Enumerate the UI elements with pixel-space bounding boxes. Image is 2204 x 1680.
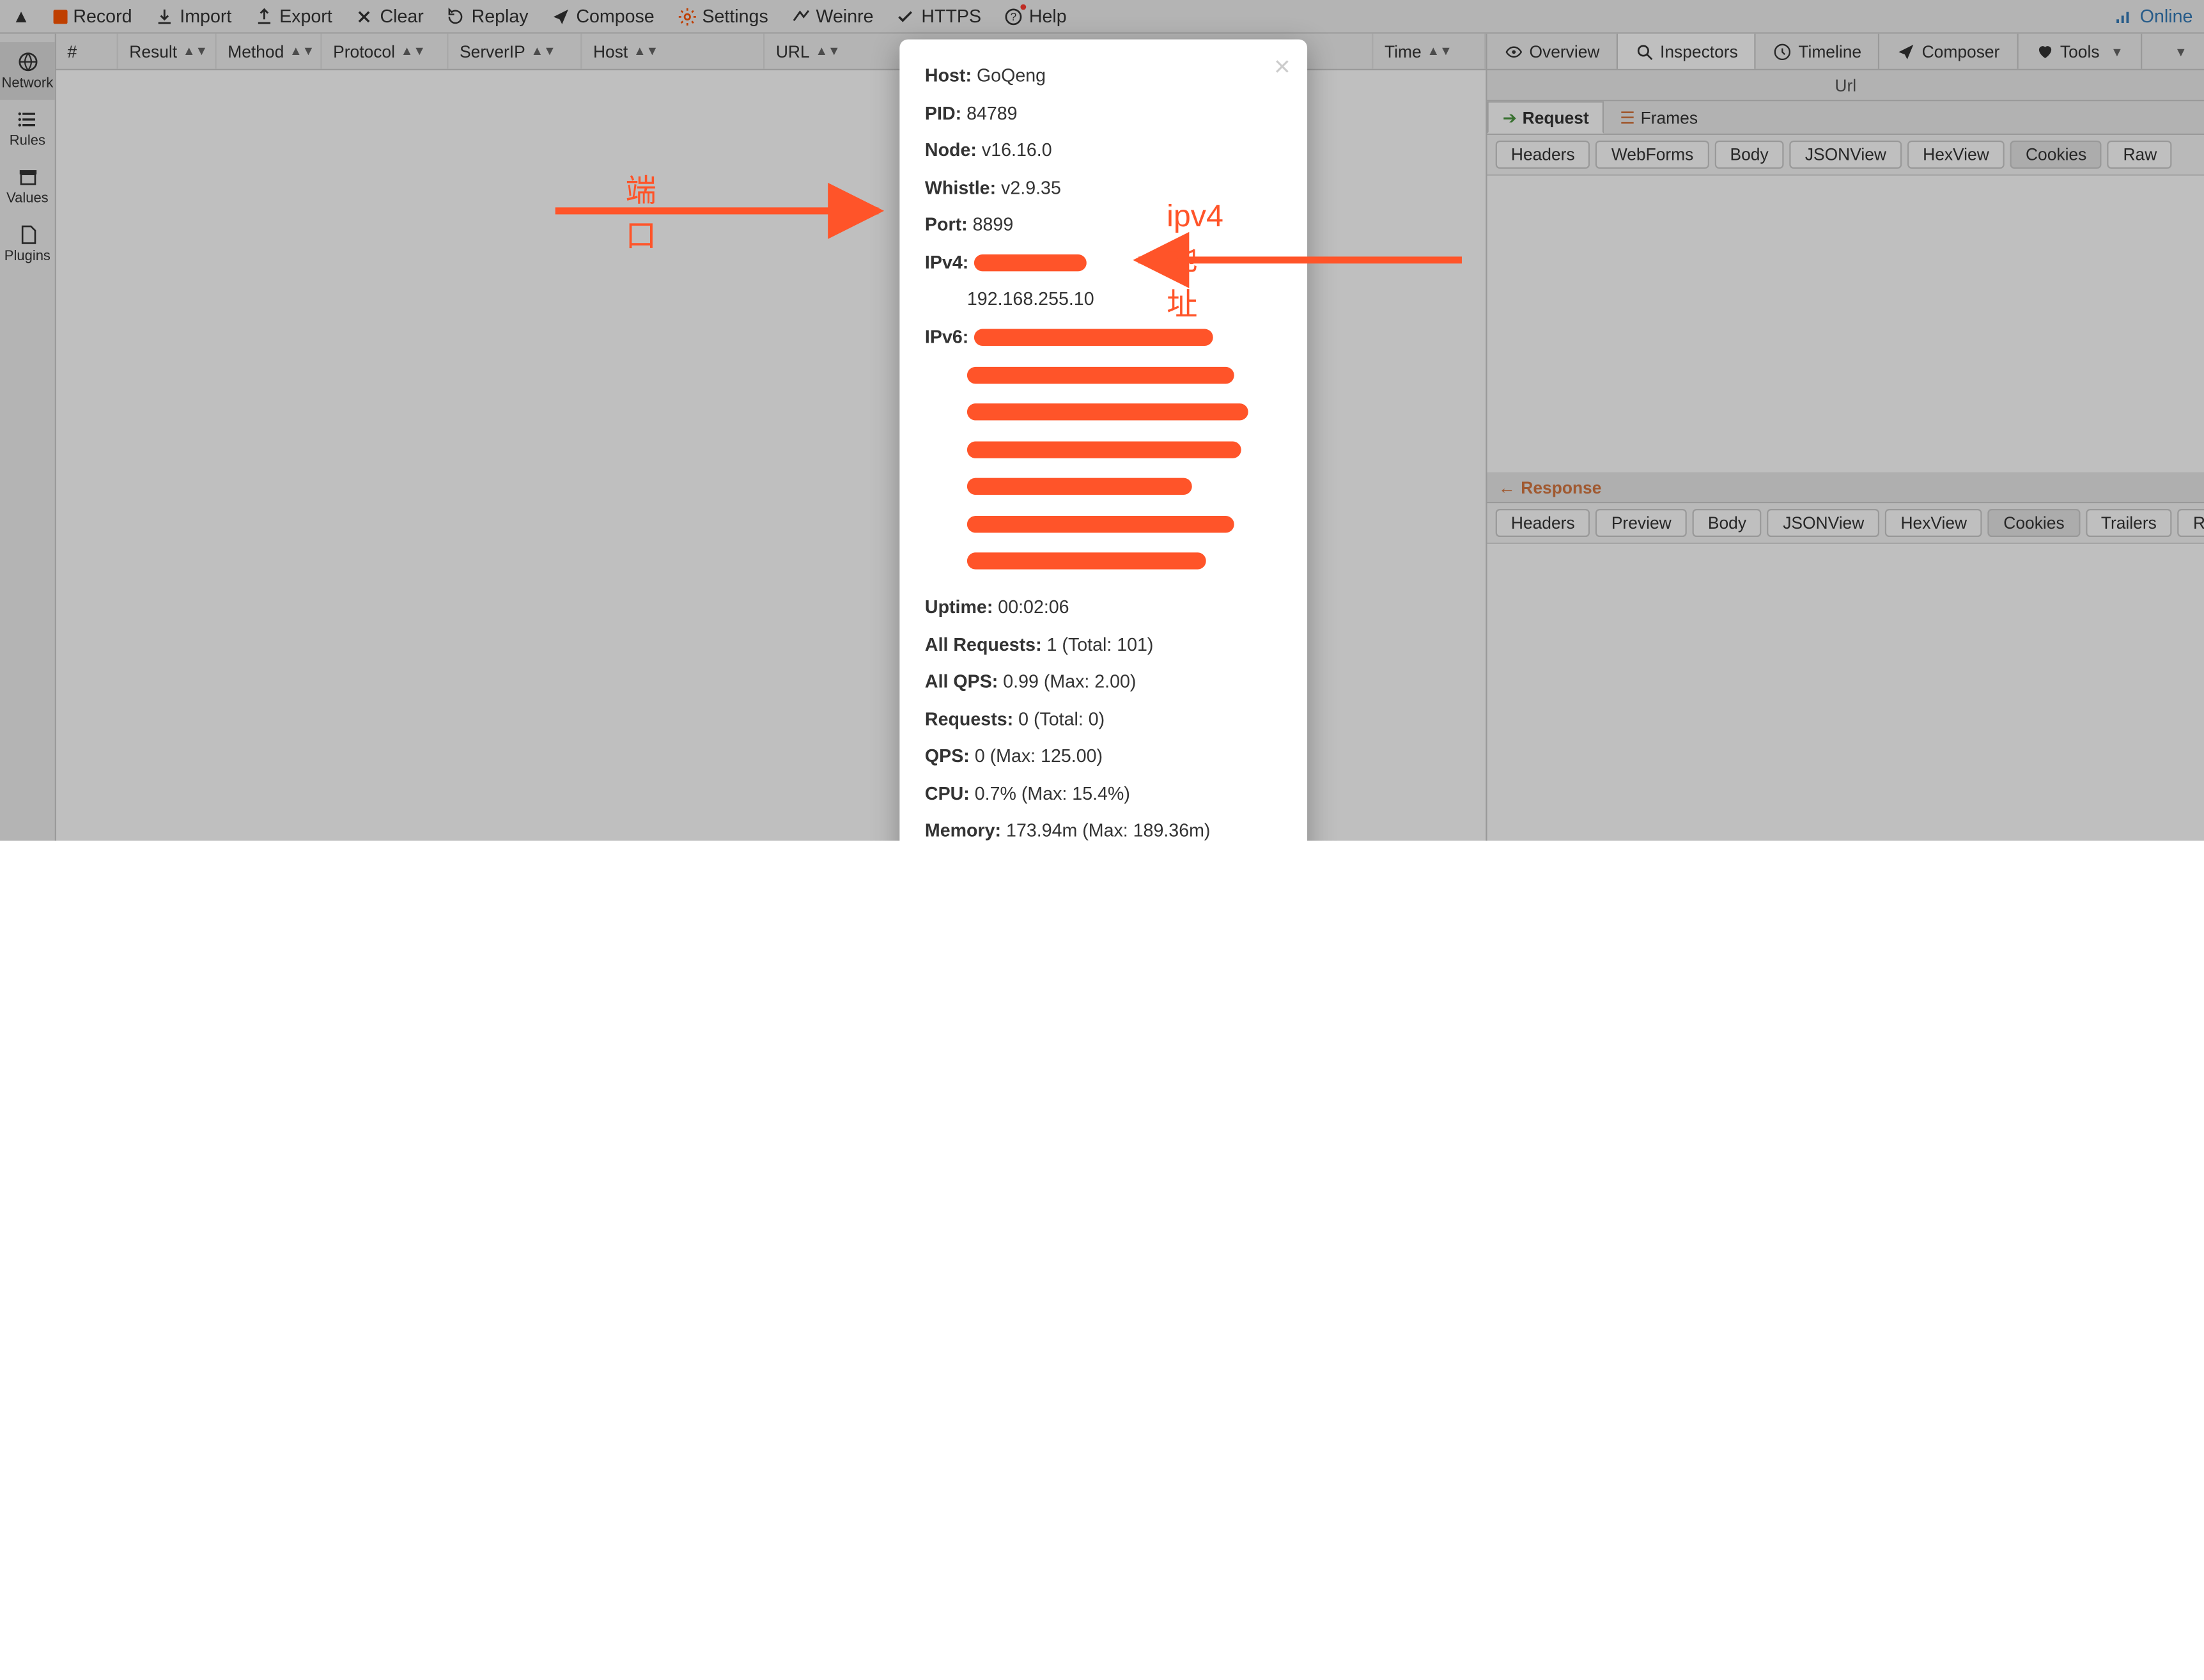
redacted-row — [967, 509, 1282, 536]
modal-pid: PID: 84789 — [925, 99, 1282, 127]
modal-ipv4-2: 192.168.255.10 — [967, 285, 1282, 313]
redacted-row — [967, 397, 1282, 424]
redacted-row — [967, 434, 1282, 462]
modal-allreq: All Requests: 1 (Total: 101) — [925, 630, 1282, 658]
redacted-row — [967, 360, 1282, 387]
modal-ipv6: IPv6: — [925, 323, 1282, 350]
redacted-ipv4-1 — [974, 254, 1086, 271]
close-button[interactable]: × — [1274, 54, 1291, 82]
redacted-row — [967, 546, 1282, 573]
about-modal: × Host: GoQeng PID: 84789 Node: v16.16.0… — [899, 40, 1307, 841]
modal-req: Requests: 0 (Total: 0) — [925, 705, 1282, 733]
redacted-row — [967, 472, 1282, 499]
modal-ipv4: IPv4: — [925, 248, 1282, 276]
modal-allqps: All QPS: 0.99 (Max: 2.00) — [925, 668, 1282, 696]
modal-node: Node: v16.16.0 — [925, 136, 1282, 164]
modal-uptime: Uptime: 00:02:06 — [925, 593, 1282, 621]
modal-whistle: Whistle: v2.9.35 — [925, 174, 1282, 201]
redacted-ipv6-1 — [974, 329, 1213, 346]
modal-mem: Memory: 173.94m (Max: 189.36m) — [925, 817, 1282, 841]
modal-qps: QPS: 0 (Max: 125.00) — [925, 742, 1282, 770]
modal-cpu: CPU: 0.7% (Max: 15.4%) — [925, 779, 1282, 807]
modal-host: Host: GoQeng — [925, 62, 1282, 89]
app-root: ▲ Record Import Export Clear Replay Comp… — [0, 0, 2204, 841]
modal-port: Port: 8899 — [925, 211, 1282, 238]
